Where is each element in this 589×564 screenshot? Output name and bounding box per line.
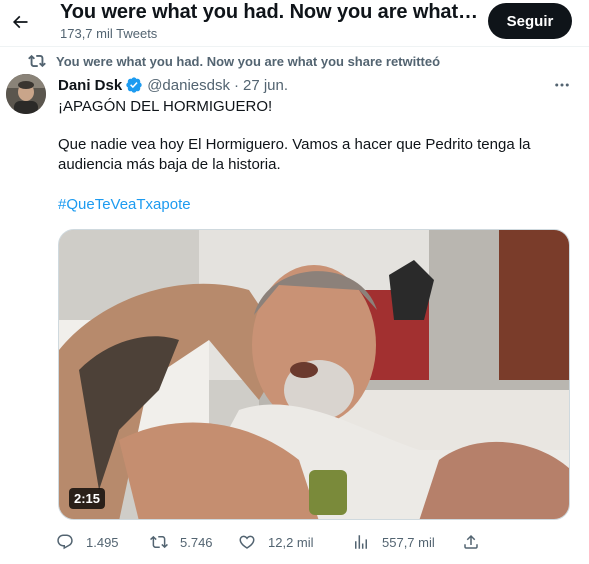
follow-button[interactable]: Seguir: [488, 3, 572, 39]
more-horizontal-icon: [555, 83, 569, 87]
views-count: 557,7 mil: [382, 534, 435, 550]
reply-button[interactable]: 1.495: [56, 532, 119, 552]
tweet-text-line: Que nadie vea hoy El Hormiguero. Vamos a…: [58, 136, 531, 153]
tweet-text-line: audiencia más baja de la historia.: [58, 156, 281, 173]
views-button[interactable]: 557,7 mil: [352, 532, 435, 552]
top-header: You were what you had. Now you are what …: [0, 0, 589, 44]
separator-dot: ·: [233, 76, 239, 94]
author-avatar[interactable]: [6, 74, 46, 114]
retweet-banner-text: You were what you had. Now you are what …: [56, 53, 441, 69]
views-chart-icon: [355, 535, 367, 549]
retweet-button[interactable]: 5.746: [150, 532, 213, 552]
header-divider: [0, 46, 589, 47]
video-duration: 2:15: [69, 488, 106, 509]
reply-count: 1.495: [86, 534, 119, 550]
video-thumbnail: [59, 230, 569, 519]
share-button[interactable]: [462, 532, 492, 552]
back-button[interactable]: [4, 6, 36, 38]
retweet-banner[interactable]: You were what you had. Now you are what …: [28, 52, 440, 70]
more-options-button[interactable]: [551, 76, 573, 94]
verified-badge-icon: [126, 77, 142, 93]
reply-icon: [57, 534, 73, 550]
arrow-left-icon: [12, 15, 28, 29]
retweet-icon: [28, 54, 46, 68]
retweet-count: 5.746: [180, 534, 213, 550]
share-icon: [464, 534, 478, 549]
retweet-icon: [150, 535, 168, 549]
hashtag-link[interactable]: #QueTeVeaTxapote: [58, 196, 191, 213]
video-player[interactable]: 2:15: [58, 229, 570, 520]
tweet-text-line: ¡APAGÓN DEL HORMIGUERO!: [58, 98, 273, 115]
like-button[interactable]: 12,2 mil: [238, 532, 314, 552]
tweet-actions: 1.495 5.746 12,2 mil 557,7 mil: [56, 532, 496, 552]
heart-icon: [239, 535, 255, 549]
tweet-count: 173,7 mil Tweets: [60, 26, 158, 41]
profile-title: You were what you had. Now you are what …: [60, 1, 480, 23]
author-row: Dani Dsk @daniesdsk · 27 jun.: [58, 75, 288, 95]
author-name[interactable]: Dani Dsk: [58, 77, 122, 94]
tweet-date[interactable]: 27 jun.: [243, 77, 288, 94]
like-count: 12,2 mil: [268, 534, 314, 550]
author-handle[interactable]: @daniesdsk: [147, 77, 230, 94]
